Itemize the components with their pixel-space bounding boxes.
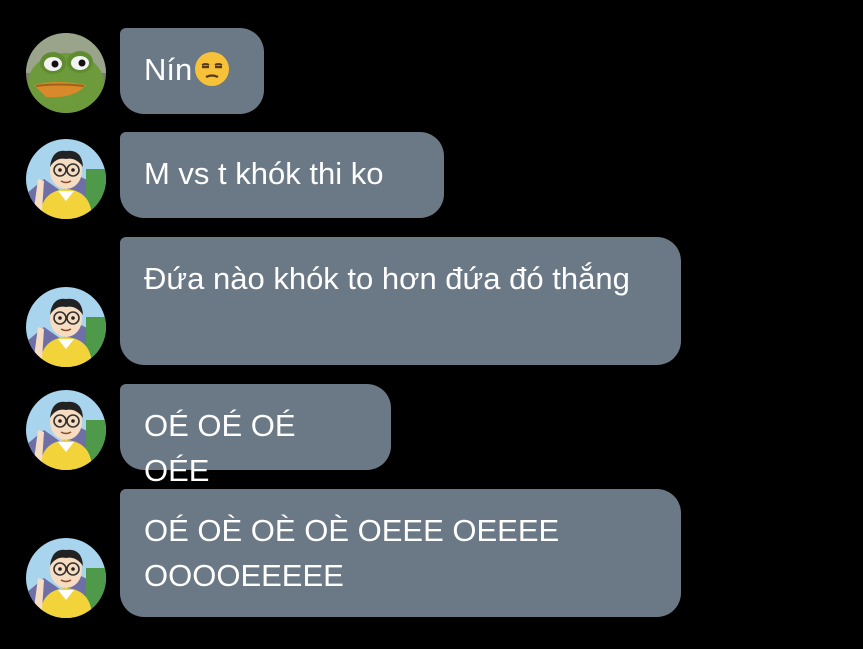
message-text: M vs t khók thi ko [144,156,384,191]
boy-avatar-icon [26,538,106,618]
boy-avatar[interactable] [26,390,106,470]
boy-avatar[interactable] [26,538,106,618]
message-bubble[interactable]: OÉ OÉ OÉ OÉE [120,384,391,488]
message-text: Nín [144,52,193,87]
message-text: Đứa nào khók to hơn đứa đó thắng [144,261,630,296]
frog-avatar-icon [26,33,106,113]
boy-avatar-icon [26,390,106,470]
message-bubble[interactable]: M vs t khók thi ko [120,132,444,218]
boy-avatar-icon [26,287,106,367]
boy-avatar[interactable] [26,139,106,219]
unamused-face-emoji [193,50,231,88]
boy-avatar[interactable] [26,287,106,367]
message-text: OÉ OÉ OÉ OÉE [144,408,296,488]
message-text: OÉ OÈ OÈ OÈ OEEE OEEEE OOOOEEEEE [144,513,560,593]
message-bubble[interactable]: Đứa nào khók to hơn đứa đó thắng [120,237,681,365]
frog-avatar[interactable] [26,33,106,113]
boy-avatar-icon [26,139,106,219]
message-bubble[interactable]: OÉ OÈ OÈ OÈ OEEE OEEEE OOOOEEEEE [120,489,681,617]
message-bubble[interactable]: Nín [120,28,264,114]
